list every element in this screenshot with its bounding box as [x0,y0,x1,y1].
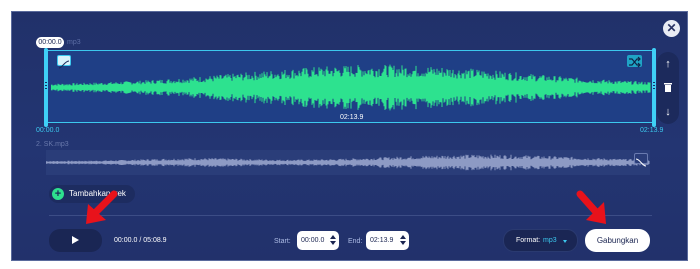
track1-start-time: 00:00.0 [36,127,60,134]
merge-button[interactable]: Gabungkan [585,229,650,252]
arrow-up-icon[interactable]: ↑ [657,56,679,72]
track1-duration: 02:13.9 [340,114,364,121]
playhead-time-chip: 00:00.0 [36,37,64,48]
current-time: 00:00.0 [114,237,138,244]
playback-time: 00:00.0 / 05:08.9 [114,237,167,244]
divider [49,215,652,216]
track2-name: 2. SK.mp3 [36,141,69,148]
end-time-input[interactable]: 02:13.9 [366,231,409,250]
end-spinner[interactable] [400,235,406,246]
chevron-down-icon [563,240,567,243]
fade-in-icon[interactable] [57,55,71,69]
start-spinner[interactable] [330,235,336,246]
track1-name: mp3 [67,39,81,46]
track1-end-handle[interactable] [652,48,656,127]
trash-icon[interactable] [657,80,679,96]
track1-end-time: 02:13.9 [640,127,664,134]
annotation-arrow-icon [576,190,606,224]
track2-waveform [46,154,650,171]
arrow-down-icon[interactable]: ↓ [657,104,679,120]
play-icon [72,236,79,244]
total-time: 05:08.9 [143,237,167,244]
track2-waveform-area[interactable] [46,150,650,175]
format-select[interactable]: Format: mp3 [503,229,578,252]
start-label: Start: [274,238,291,245]
fade-out-icon[interactable] [634,153,648,167]
annotation-arrow-icon [86,190,118,224]
time-separator: / [139,237,142,244]
play-button[interactable] [49,229,102,252]
end-label: End: [348,238,363,245]
format-value: mp3 [543,237,557,244]
close-icon[interactable]: ✕ [663,20,680,37]
track1-waveform-area[interactable] [44,48,656,127]
track-side-controls: ↑ ↓ [657,52,679,124]
format-label: Format: [516,237,541,244]
track1-start-handle[interactable] [44,48,48,127]
start-time-input[interactable]: 00:00.0 [297,231,339,250]
shuffle-icon[interactable] [627,55,642,68]
plus-icon: + [52,188,64,200]
